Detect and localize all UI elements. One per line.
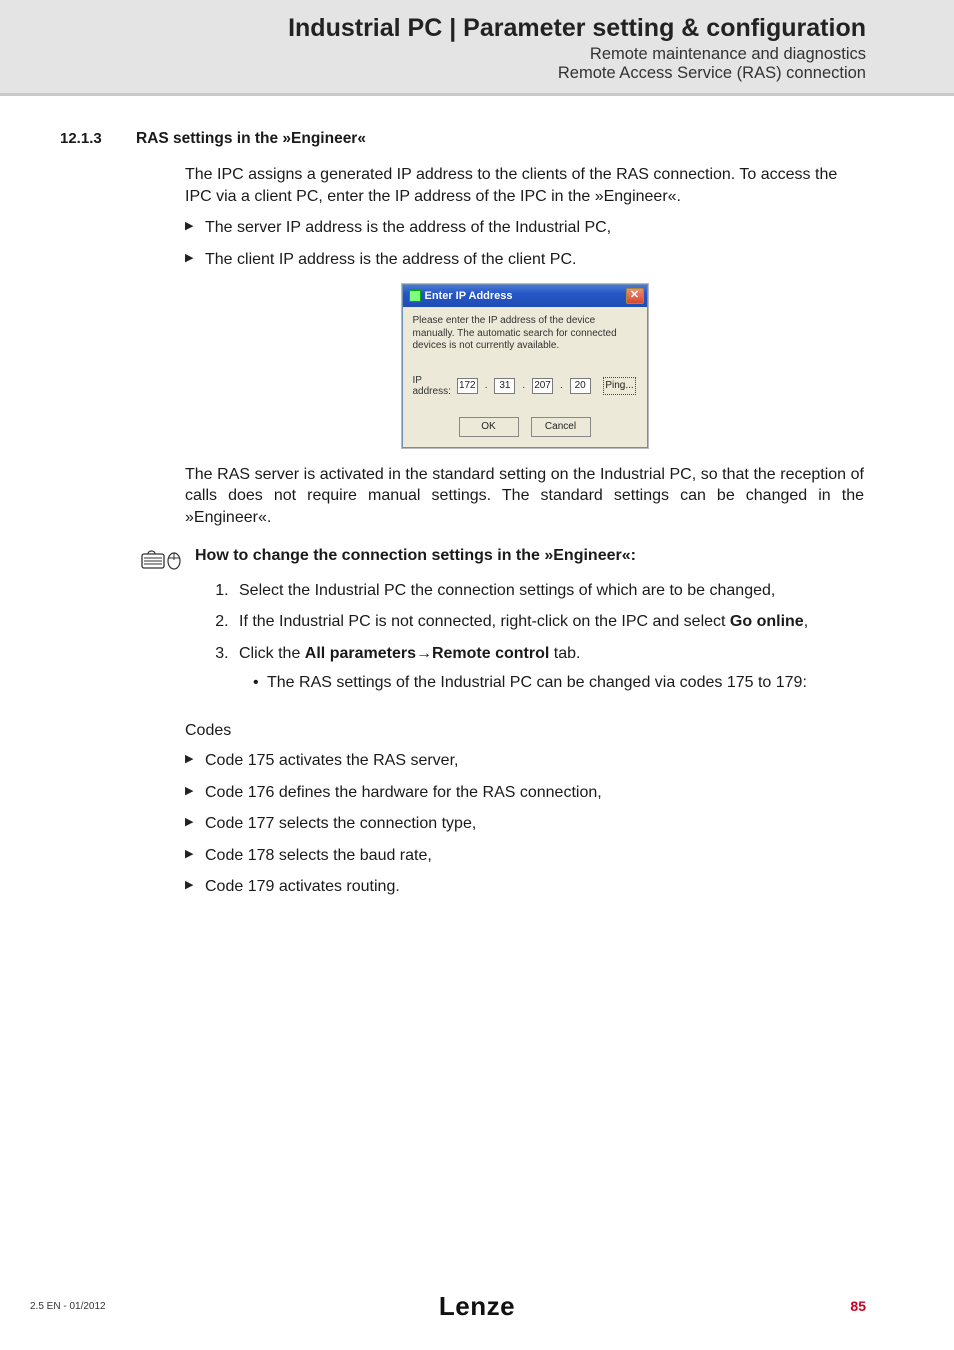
step-text: Click the: [239, 645, 305, 662]
dialog-title: Enter IP Address: [425, 290, 513, 302]
step-item: Select the Industrial PC the connection …: [233, 580, 864, 602]
list-item: Code 177 selects the connection type,: [185, 813, 864, 835]
ip-octet-3-input[interactable]: 207: [532, 378, 553, 394]
dot-icon: .: [559, 380, 564, 391]
footer-logo: Lenze: [439, 1291, 515, 1322]
step-item: Click the All parameters→Remote control …: [233, 643, 864, 694]
close-button[interactable]: ✕: [626, 288, 644, 304]
codes-list: Code 175 activates the RAS server, Code …: [185, 750, 864, 898]
howto-title: How to change the connection settings in…: [195, 547, 636, 565]
list-item: Code 176 defines the hardware for the RA…: [185, 782, 864, 804]
section-number: 12.1.3: [60, 130, 120, 148]
step-text: ,: [804, 613, 808, 630]
ip-address-label: IP address:: [413, 375, 451, 397]
list-item: The server IP address is the address of …: [185, 217, 864, 239]
list-item: Code 175 activates the RAS server,: [185, 750, 864, 772]
footer-version: 2.5 EN - 01/2012: [30, 1301, 106, 1312]
page-subtitle-2: Remote Access Service (RAS) connection: [88, 64, 866, 83]
intro-paragraph: The IPC assigns a generated IP address t…: [185, 164, 864, 207]
dialog-message: Please enter the IP address of the devic…: [413, 315, 637, 353]
step-bold: All parameters→Remote control: [305, 645, 550, 662]
app-icon: [409, 290, 421, 302]
page-number: 85: [850, 1298, 866, 1314]
section-title: RAS settings in the »Engineer«: [136, 130, 366, 148]
section-heading-row: 12.1.3 RAS settings in the »Engineer«: [60, 130, 866, 148]
codes-heading: Codes: [185, 722, 864, 740]
step-text: tab.: [549, 645, 580, 662]
after-dialog-paragraph: The RAS server is activated in the stand…: [185, 464, 864, 529]
ip-octet-2-input[interactable]: 31: [494, 378, 515, 394]
cancel-button[interactable]: Cancel: [531, 417, 591, 437]
step-text: If the Industrial PC is not connected, r…: [239, 613, 730, 630]
ip-address-dialog: Enter IP Address ✕ Please enter the IP a…: [402, 284, 648, 448]
step-sub-item: The RAS settings of the Industrial PC ca…: [253, 672, 864, 694]
dot-icon: .: [521, 380, 526, 391]
ip-notes-list: The server IP address is the address of …: [185, 217, 864, 270]
dialog-titlebar: Enter IP Address ✕: [403, 285, 647, 307]
ok-button[interactable]: OK: [459, 417, 519, 437]
ip-octet-1-input[interactable]: 172: [457, 378, 478, 394]
header-band: Industrial PC | Parameter setting & conf…: [0, 0, 954, 96]
step-item: If the Industrial PC is not connected, r…: [233, 611, 864, 633]
ping-button[interactable]: Ping...: [603, 377, 637, 395]
mouse-howto-icon: [141, 548, 185, 570]
page-title: Industrial PC | Parameter setting & conf…: [88, 14, 866, 43]
howto-steps: Select the Industrial PC the connection …: [233, 580, 864, 694]
list-item: Code 178 selects the baud rate,: [185, 845, 864, 867]
ip-octet-4-input[interactable]: 20: [570, 378, 591, 394]
page-footer: 2.5 EN - 01/2012 Lenze 85: [0, 1298, 954, 1314]
step-bold: Go online: [730, 613, 804, 630]
list-item: The client IP address is the address of …: [185, 249, 864, 271]
dot-icon: .: [484, 380, 489, 391]
page-subtitle-1: Remote maintenance and diagnostics: [88, 45, 866, 64]
list-item: Code 179 activates routing.: [185, 876, 864, 898]
